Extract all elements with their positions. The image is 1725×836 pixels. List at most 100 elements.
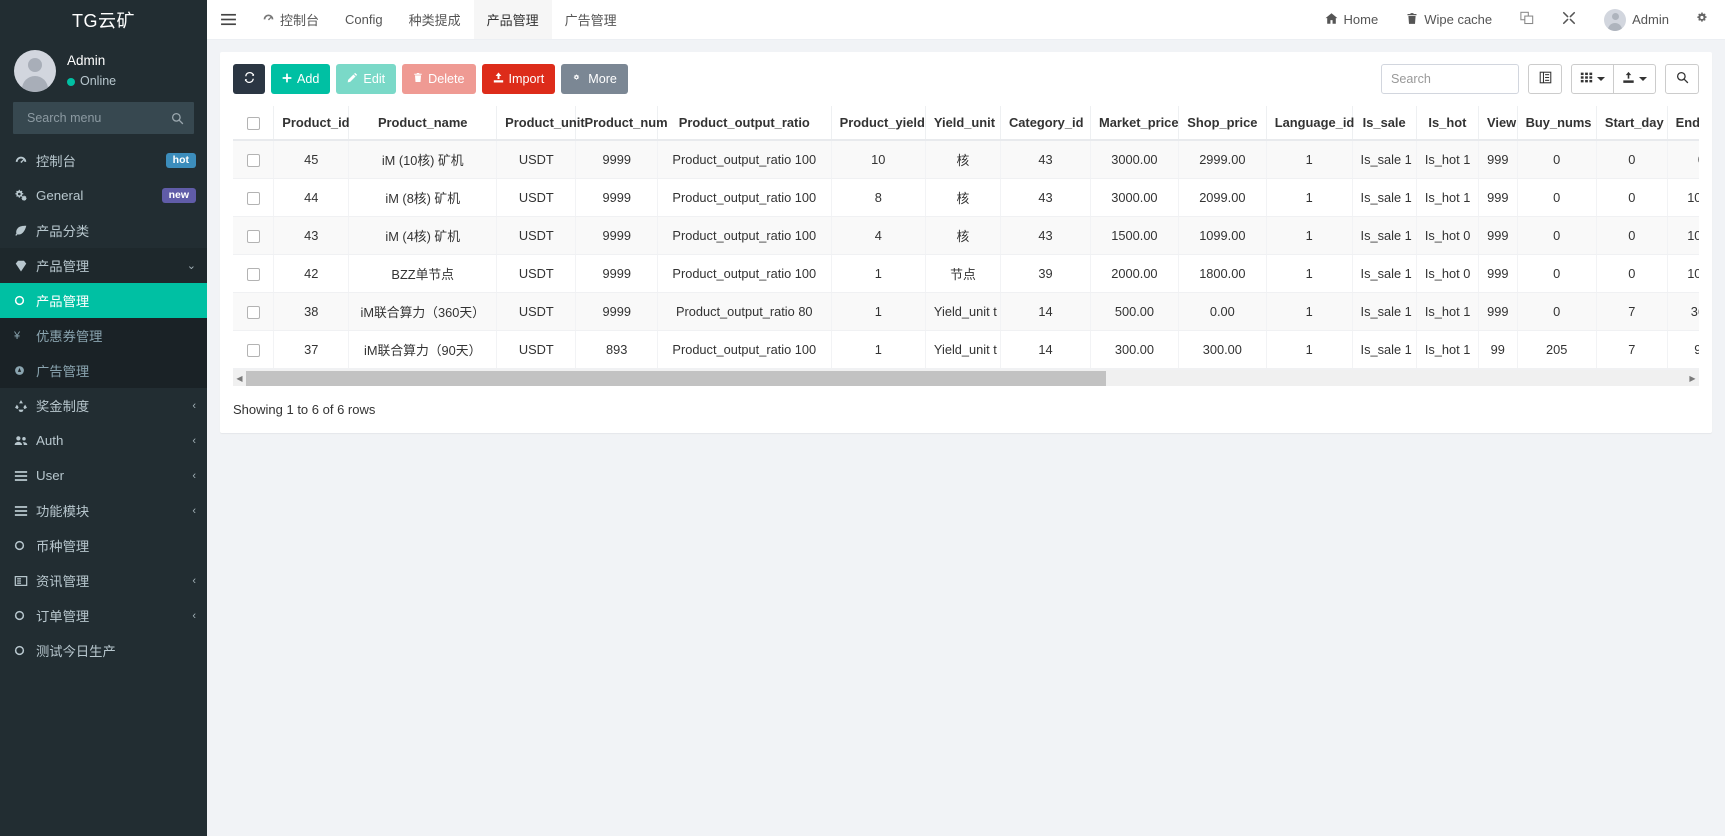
column-header[interactable]: End_day [1667,106,1699,140]
language-button[interactable] [1506,0,1548,39]
cell-yield_unit: 核 [925,140,1000,179]
edit-label: Edit [363,72,385,86]
column-header[interactable]: Is_sale [1352,106,1416,140]
sidebar-item-jiangjin[interactable]: 奖金制度 ‹ [0,388,207,423]
column-header[interactable]: Shop_price [1178,106,1266,140]
column-header[interactable]: Product_yield [831,106,925,140]
fullscreen-button[interactable] [1548,0,1590,39]
sidebar-item-gongnengmokuai[interactable]: 功能模块 ‹ [0,493,207,528]
table-row[interactable]: 44iM (8核) 矿机USDT9999Product_output_ratio… [233,179,1699,217]
sidebar-item-bizhong[interactable]: 币种管理 [0,528,207,563]
cell-start_day: 0 [1596,255,1667,293]
column-header[interactable]: Language_id [1266,106,1352,140]
row-checkbox[interactable] [247,344,260,357]
tab-zhongleiticheng[interactable]: 种类提成 [396,0,474,39]
row-select-cell[interactable] [233,255,274,293]
cell-product_name: iM (8核) 矿机 [349,179,497,217]
scrollbar-thumb[interactable] [246,371,1106,386]
column-header[interactable]: Category_id [1000,106,1090,140]
grid-view-button[interactable] [1571,64,1614,94]
sidebar-item-youhuiquan[interactable]: ¥ 优惠券管理 [0,318,207,353]
sidebar-item-guanggao[interactable]: 广告管理 [0,353,207,388]
sidebar-item-user[interactable]: User ‹ [0,458,207,493]
sidebar-item-2[interactable]: 产品分类 [0,213,207,248]
table-row[interactable]: 45iM (10核) 矿机USDT9999Product_output_rati… [233,140,1699,179]
select-all-checkbox[interactable] [247,117,260,130]
table-row[interactable]: 42BZZ单节点USDT9999Product_output_ratio 100… [233,255,1699,293]
sidebar-item-zixun[interactable]: 资讯管理 ‹ [0,563,207,598]
sidebar-item-3[interactable]: 产品管理 ⌄ [0,248,207,283]
brand-logo[interactable]: TG云矿 [0,0,207,40]
row-select-cell[interactable] [233,217,274,255]
main-area: 控制台 Config 种类提成 产品管理 广告管理 [207,0,1725,836]
search-icon[interactable] [171,112,184,125]
sidebar-item-1[interactable]: General new [0,178,207,213]
column-header[interactable]: Is_hot [1416,106,1478,140]
scroll-left-icon[interactable]: ◀ [233,370,246,387]
table-row[interactable]: 43iM (4核) 矿机USDT9999Product_output_ratio… [233,217,1699,255]
table-row[interactable]: 38iM联合算力（360天）USDT9999Product_output_rat… [233,293,1699,331]
wipe-cache-button[interactable]: Wipe cache [1392,0,1506,39]
tab-kongzhitai[interactable]: 控制台 [249,0,332,39]
search-input[interactable] [1381,64,1519,94]
sidebar-item-dingdan[interactable]: 订单管理 ‹ [0,598,207,633]
menu-search[interactable] [13,102,194,134]
column-header[interactable]: Market_price [1090,106,1178,140]
column-header[interactable]: Product_name [349,106,497,140]
tab-chanpinguanli[interactable]: 产品管理 [474,0,552,39]
more-button[interactable]: More [561,64,628,94]
hamburger-icon[interactable] [207,0,249,39]
cell-yield_unit: Yield_unit t [925,293,1000,331]
column-header[interactable]: Start_day [1596,106,1667,140]
row-checkbox[interactable] [247,192,260,205]
cell-is_hot: Is_hot 1 [1416,293,1478,331]
cell-language_id: 1 [1266,217,1352,255]
cell-category_id: 43 [1000,217,1090,255]
advanced-search-button[interactable] [1665,64,1699,94]
home-button[interactable]: Home [1311,0,1393,39]
column-header[interactable]: Product_unit [497,106,576,140]
user-menu[interactable]: Admin [1590,0,1683,39]
tab-guanggaoguanli[interactable]: 广告管理 [552,0,630,39]
settings-button[interactable] [1683,0,1725,39]
cell-end_day: 90 [1667,331,1699,369]
row-select-cell[interactable] [233,179,274,217]
horizontal-scrollbar[interactable]: ◀ ▶ [233,369,1699,386]
table-row[interactable]: 37iM联合算力（90天）USDT893Product_output_ratio… [233,331,1699,369]
toolbar-right [1381,64,1699,94]
select-all-header[interactable] [233,106,274,140]
recycle-icon [14,399,36,413]
tab-config[interactable]: Config [332,0,396,39]
column-header[interactable]: Buy_nums [1517,106,1596,140]
row-select-cell[interactable] [233,331,274,369]
delete-button[interactable]: Delete [402,64,475,94]
column-header[interactable]: Product_id [274,106,349,140]
fullscreen-toggle-button[interactable] [1528,64,1562,94]
row-checkbox[interactable] [247,154,260,167]
import-button[interactable]: Import [482,64,556,94]
add-button[interactable]: Add [271,64,330,94]
sidebar-item-0[interactable]: 控制台 hot [0,143,207,178]
sidebar-item-chanpinguanli[interactable]: 产品管理 [0,283,207,318]
cell-product_yield: 10 [831,140,925,179]
cell-end_day: 0 [1667,140,1699,179]
refresh-button[interactable] [233,64,265,94]
scroll-right-icon[interactable]: ▶ [1686,370,1699,387]
cell-product_output_ratio: Product_output_ratio 100 [657,217,831,255]
row-checkbox[interactable] [247,268,260,281]
sidebar-item-ceshi[interactable]: 测试今日生产 [0,633,207,668]
row-select-cell[interactable] [233,293,274,331]
column-header[interactable]: Yield_unit [925,106,1000,140]
row-checkbox[interactable] [247,306,260,319]
row-select-cell[interactable] [233,140,274,179]
sidebar-item-auth[interactable]: Auth ‹ [0,423,207,458]
row-checkbox[interactable] [247,230,260,243]
column-header[interactable]: Product_num [576,106,657,140]
export-button[interactable] [1613,64,1656,94]
cell-is_sale: Is_sale 1 [1352,140,1416,179]
column-header[interactable]: Product_output_ratio [657,106,831,140]
search-menu-input[interactable] [25,110,155,126]
column-header[interactable]: View [1479,106,1518,140]
circle-o-icon [14,540,36,551]
edit-button[interactable]: Edit [336,64,396,94]
